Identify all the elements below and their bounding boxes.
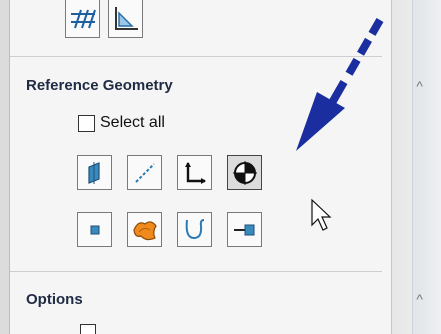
option-label-cropped: [104, 324, 344, 334]
section-separator: [10, 271, 382, 272]
select-all-control[interactable]: Select all: [78, 114, 165, 132]
option-checkbox[interactable]: [80, 324, 96, 334]
top-tools-row: [65, 0, 143, 38]
reference-tools-row-2: [77, 212, 262, 247]
select-all-label: Select all: [100, 114, 165, 131]
window-left-border: [0, 0, 10, 334]
graphics-area-border: [412, 0, 441, 334]
angle-icon: [114, 6, 138, 30]
coordinate-system-button[interactable]: [177, 155, 212, 190]
axis-icon: [134, 162, 155, 183]
options-collapse-button[interactable]: ^: [416, 291, 423, 307]
reference-geometry-title: Reference Geometry: [26, 77, 173, 94]
curve-button[interactable]: [177, 212, 212, 247]
surface-button[interactable]: [127, 212, 162, 247]
section-separator: [10, 56, 382, 57]
point-button[interactable]: [77, 212, 112, 247]
reference-tools-row-1: [77, 155, 262, 190]
reference-geometry-collapse-button[interactable]: ^: [416, 78, 423, 94]
axis-button[interactable]: [127, 155, 162, 190]
hatch-icon: [70, 9, 96, 28]
angle-tool-button[interactable]: [108, 0, 143, 38]
coordinate-system-icon: [184, 161, 206, 184]
mate-reference-button[interactable]: [227, 212, 262, 247]
curve-icon: [185, 218, 204, 239]
plane-button[interactable]: [77, 155, 112, 190]
plane-icon: [87, 161, 100, 184]
point-icon: [90, 225, 99, 234]
graphics-area-edge: [392, 0, 441, 334]
options-title: Options: [26, 291, 83, 308]
select-all-checkbox[interactable]: [78, 114, 95, 132]
hatch-tool-button[interactable]: [65, 0, 100, 38]
center-of-mass-icon: [232, 160, 257, 185]
center-of-mass-button[interactable]: [227, 155, 262, 190]
surface-icon: [132, 220, 157, 240]
mate-reference-icon: [233, 224, 254, 235]
